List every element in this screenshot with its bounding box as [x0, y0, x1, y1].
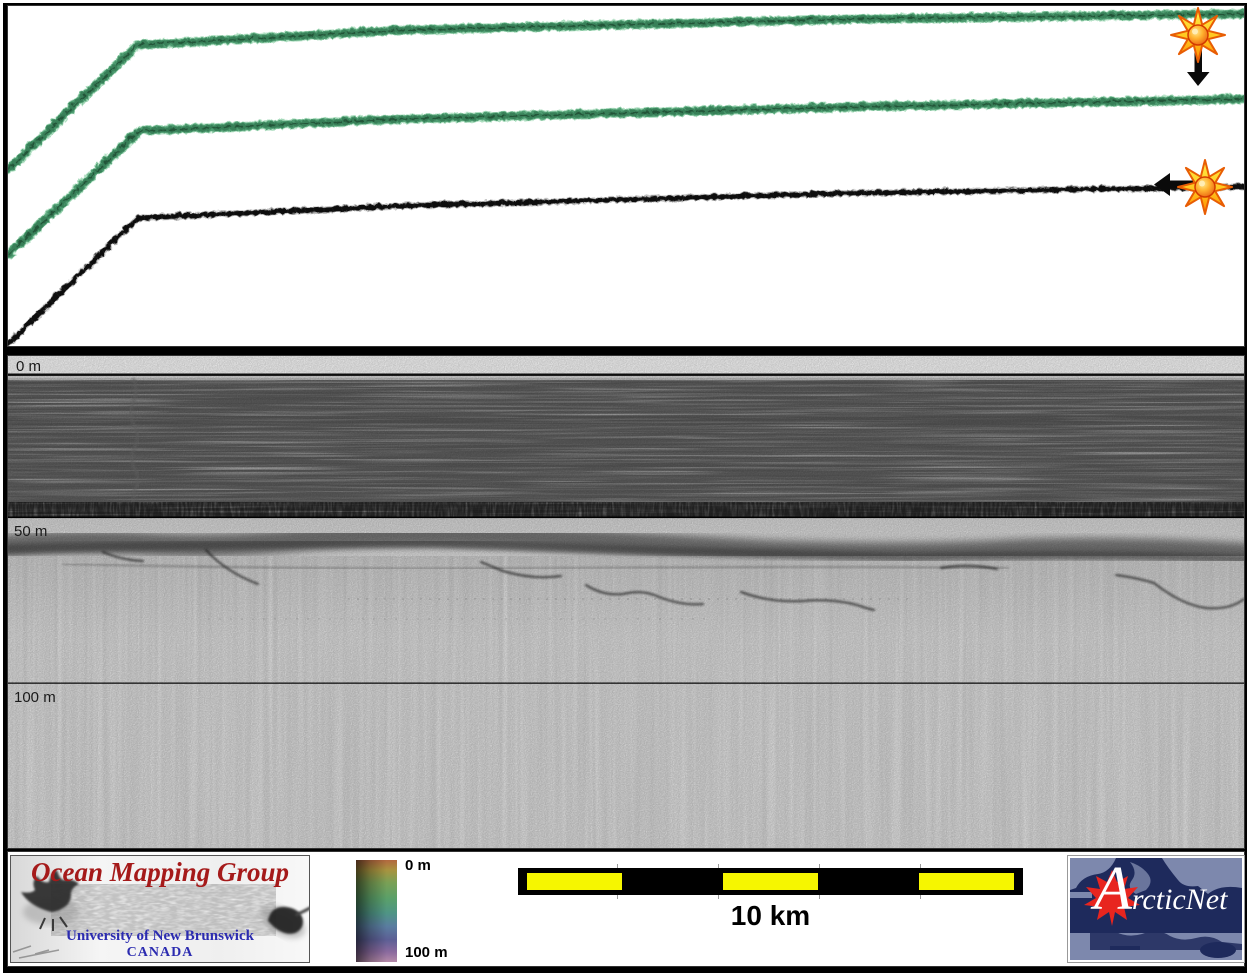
- track-map-panel: [7, 5, 1245, 347]
- multibeam-swath-upper: [8, 13, 1244, 168]
- scalebar-segment-yellow: [723, 873, 818, 890]
- echogram-panel: 0 m 50 m 100 m: [7, 355, 1245, 849]
- survey-track-line: [8, 186, 1244, 342]
- omg-subtitle: University of New Brunswick: [11, 928, 309, 945]
- track-map-canvas: [8, 6, 1244, 346]
- depth-colorbar: [356, 860, 397, 962]
- page-frame: 0 m 50 m 100 m: [3, 3, 1247, 973]
- starburst-marker-down: [1171, 8, 1225, 86]
- echogram-canvas: [8, 356, 1244, 848]
- starburst-icon: [1178, 160, 1232, 214]
- colorbar-bottom-label: 100 m: [405, 944, 448, 961]
- arcticnet-logo: ArcticNet: [1067, 855, 1245, 963]
- scalebar-segment-black: [821, 873, 916, 890]
- multibeam-swath-lower: [8, 98, 1244, 253]
- scalebar-label: 10 km: [518, 900, 1023, 932]
- omg-logo: Ocean Mapping Group University of New Br…: [10, 855, 310, 963]
- depth-label-100m: 100 m: [14, 690, 56, 705]
- scalebar-segment-yellow: [919, 873, 1014, 890]
- echo-speckle: [8, 356, 1244, 848]
- scalebar-segment-black: [625, 873, 720, 890]
- omg-title: Ocean Mapping Group: [11, 857, 309, 888]
- omg-country: CANADA: [11, 945, 309, 961]
- depth-label-50m: 50 m: [14, 524, 47, 539]
- footer-strip: Ocean Mapping Group University of New Br…: [7, 851, 1245, 967]
- starburst-marker-left: [1154, 160, 1232, 214]
- depth-label-0m: 0 m: [16, 359, 41, 374]
- scalebar-segment-yellow: [527, 873, 622, 890]
- starburst-icon: [1171, 8, 1225, 62]
- colorbar-top-label: 0 m: [405, 857, 431, 874]
- distance-scalebar: [518, 868, 1023, 895]
- arcticnet-label: ArcticNet: [1094, 872, 1227, 917]
